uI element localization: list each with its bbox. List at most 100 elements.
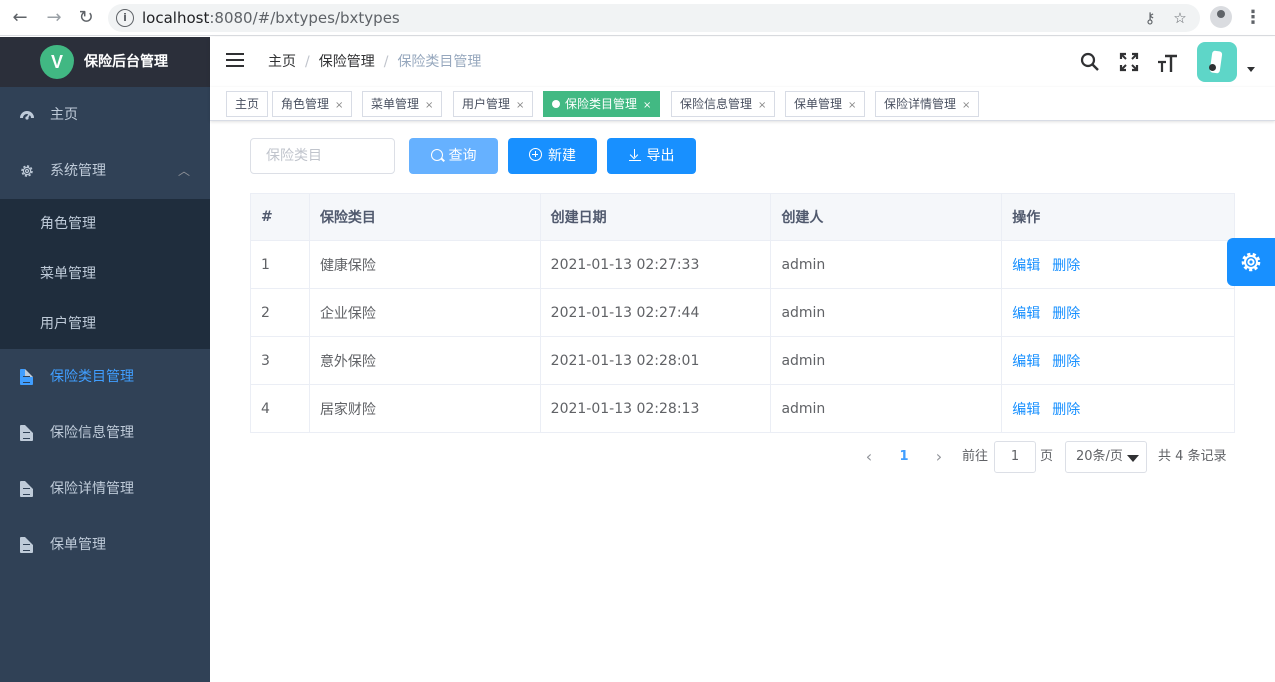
reload-icon[interactable]: ↻ <box>74 6 98 30</box>
sidebar-item-insurance-details[interactable]: 保险详情管理 <box>0 461 210 517</box>
tag-roles[interactable]: 角色管理 × <box>272 91 353 117</box>
data-table: # 保险类目 创建日期 创建人 操作 1 健康保险 2021-01-13 02:… <box>250 193 1235 433</box>
delete-link[interactable]: 删除 <box>1052 306 1080 322</box>
avatar[interactable] <box>1197 42 1237 82</box>
close-icon[interactable]: × <box>643 100 651 111</box>
font-size-icon[interactable] <box>1156 52 1178 74</box>
cell-id: 2 <box>250 288 310 337</box>
tag-insurance-info[interactable]: 保险信息管理 × <box>671 91 776 117</box>
prev-page-icon[interactable]: ‹ <box>859 441 879 473</box>
search-icon[interactable] <box>1080 52 1100 72</box>
tag-menus[interactable]: 菜单管理 × <box>362 91 443 117</box>
gear-icon <box>21 165 33 177</box>
cell-id: 3 <box>250 336 310 385</box>
new-button[interactable]: 新建 <box>508 138 597 174</box>
delete-link[interactable]: 删除 <box>1052 354 1080 370</box>
cell-creator: admin <box>770 240 1003 289</box>
sidebar-item-roles[interactable]: 角色管理 <box>0 199 210 249</box>
tag-home[interactable]: 主页 <box>226 91 269 117</box>
export-button[interactable]: 导出 <box>607 138 696 174</box>
cell-actions: 编辑 删除 <box>1001 288 1235 337</box>
cell-actions: 编辑 删除 <box>1001 336 1235 385</box>
cell-id: 1 <box>250 240 310 289</box>
active-dot-icon <box>552 100 560 108</box>
page-size-select[interactable]: 20条/页 <box>1065 441 1147 473</box>
tag-label: 保单管理 <box>794 97 843 111</box>
edit-link[interactable]: 编辑 <box>1012 402 1040 418</box>
page-number-current[interactable]: 1 <box>894 441 914 473</box>
close-icon[interactable]: × <box>516 100 524 111</box>
caret-down-icon <box>1127 455 1139 462</box>
tag-label: 菜单管理 <box>371 97 420 111</box>
query-button[interactable]: 查询 <box>409 138 498 174</box>
table-row: 2 企业保险 2021-01-13 02:27:44 admin 编辑 删除 <box>250 288 1235 337</box>
cell-date: 2021-01-13 02:28:01 <box>539 336 772 385</box>
sidebar-item-policies[interactable]: 保单管理 <box>0 517 210 573</box>
delete-link[interactable]: 删除 <box>1052 402 1080 418</box>
sidebar-item-menus[interactable]: 菜单管理 <box>0 249 210 299</box>
sidebar-item-label: 保单管理 <box>50 537 106 553</box>
star-icon[interactable]: ☆ <box>1170 8 1190 28</box>
cell-creator: admin <box>770 384 1003 433</box>
close-icon[interactable]: × <box>848 100 856 111</box>
address-bar[interactable]: i localhost:8080/#/bxtypes/bxtypes ⚷ ☆ <box>108 4 1200 32</box>
forward-icon[interactable]: → <box>42 6 66 30</box>
caret-down-icon[interactable] <box>1247 67 1255 72</box>
tag-policies[interactable]: 保单管理 × <box>785 91 866 117</box>
tag-users[interactable]: 用户管理 × <box>453 91 534 117</box>
url-text[interactable]: localhost:8080/#/bxtypes/bxtypes <box>142 9 400 27</box>
goto-suffix: 页 <box>1040 449 1054 464</box>
tag-label: 保险类目管理 <box>565 97 638 111</box>
app-title: 保险后台管理 <box>84 54 168 70</box>
column-header: # <box>250 193 310 241</box>
sidebar-item-home[interactable]: 主页 <box>0 87 210 143</box>
goto-prefix: 前往 <box>962 449 989 464</box>
navbar: 主页 / 保险管理 / 保险类目管理 <box>210 37 1275 87</box>
tag-label: 保险详情管理 <box>884 97 957 111</box>
cell-date: 2021-01-13 02:28:13 <box>539 384 772 433</box>
cell-actions: 编辑 删除 <box>1001 240 1235 289</box>
hamburger-icon[interactable] <box>226 53 244 69</box>
fullscreen-icon[interactable] <box>1119 52 1139 72</box>
next-page-icon[interactable]: › <box>929 441 949 473</box>
document-icon <box>20 537 33 553</box>
gear-icon <box>1241 252 1261 272</box>
sidebar-item-users[interactable]: 用户管理 <box>0 299 210 349</box>
close-icon[interactable]: × <box>758 100 766 111</box>
close-icon[interactable]: × <box>962 100 970 111</box>
total-records: 共 4 条记录 <box>1158 449 1227 464</box>
breadcrumb-home[interactable]: 主页 <box>268 54 296 70</box>
sidebar-item-label: 保险信息管理 <box>50 425 134 441</box>
sidebar-item-insurance-types[interactable]: 保险类目管理 <box>0 349 210 405</box>
goto-page-input[interactable]: 1 <box>994 441 1036 473</box>
info-icon[interactable]: i <box>116 9 134 27</box>
search-input[interactable] <box>250 138 395 174</box>
edit-link[interactable]: 编辑 <box>1012 258 1040 274</box>
sidebar-item-insurance-info[interactable]: 保险信息管理 <box>0 405 210 461</box>
edit-link[interactable]: 编辑 <box>1012 306 1040 322</box>
document-icon <box>20 481 33 497</box>
breadcrumb: 主页 / 保险管理 / 保险类目管理 <box>268 53 481 71</box>
sidebar-item-system[interactable]: 系统管理 ︿ <box>0 143 210 199</box>
table-row: 4 居家财险 2021-01-13 02:28:13 admin 编辑 删除 <box>250 384 1235 433</box>
profile-icon[interactable] <box>1210 6 1232 28</box>
tag-insurance-types[interactable]: 保险类目管理 × <box>543 91 661 117</box>
browser-menu-icon[interactable]: ⋮ <box>1244 6 1262 30</box>
tag-label: 保险信息管理 <box>680 97 753 111</box>
breadcrumb-insurance[interactable]: 保险管理 <box>319 54 375 70</box>
tag-insurance-details[interactable]: 保险详情管理 × <box>875 91 980 117</box>
dashboard-icon <box>20 111 34 120</box>
close-icon[interactable]: × <box>425 100 433 111</box>
delete-link[interactable]: 删除 <box>1052 258 1080 274</box>
cell-date: 2021-01-13 02:27:44 <box>539 288 772 337</box>
tags-view: 主页 角色管理 × 菜单管理 × 用户管理 × 保险类目管理 × 保险信息管理 × 保单管… <box>210 87 1275 121</box>
circle-plus-icon <box>529 148 542 161</box>
logo-area: V 保险后台管理 <box>0 37 210 87</box>
column-header: 创建日期 <box>539 193 772 241</box>
key-icon[interactable]: ⚷ <box>1140 8 1160 28</box>
back-icon[interactable]: ← <box>8 6 32 30</box>
close-icon[interactable]: × <box>335 100 343 111</box>
settings-button[interactable] <box>1227 238 1275 286</box>
edit-link[interactable]: 编辑 <box>1012 354 1040 370</box>
tag-label: 主页 <box>235 97 260 111</box>
